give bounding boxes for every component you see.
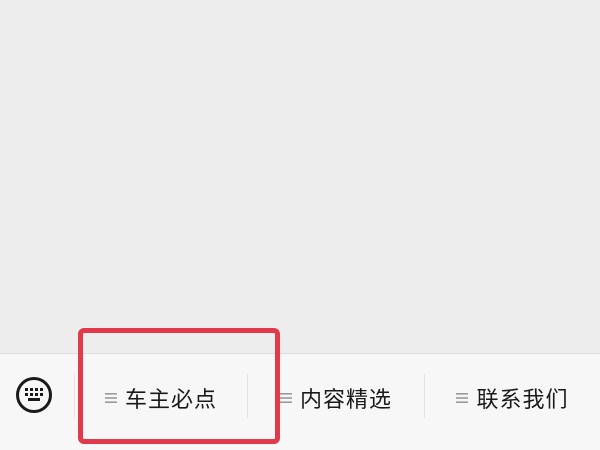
menu-item-label: 内容精选 (299, 388, 392, 413)
chat-message-area (0, 0, 600, 353)
menu-lines-icon (104, 393, 117, 403)
menu-item-contact-us[interactable]: 联系我们 (425, 354, 600, 442)
menu-item-label: 联系我们 (476, 388, 569, 413)
menu-lines-icon (279, 393, 292, 403)
keyboard-toggle-button[interactable] (16, 377, 52, 413)
menu-item-label: 车主必点 (124, 388, 217, 413)
menu-lines-icon (456, 393, 469, 403)
keyboard-icon (25, 388, 43, 401)
menu-item-car-owner[interactable]: 车主必点 (75, 354, 247, 442)
chat-screen: 车主必点 内容精选 联系我们 (0, 0, 600, 450)
menu-item-featured-content[interactable]: 内容精选 (248, 354, 424, 442)
official-account-menu-bar: 车主必点 内容精选 联系我们 (0, 353, 600, 450)
